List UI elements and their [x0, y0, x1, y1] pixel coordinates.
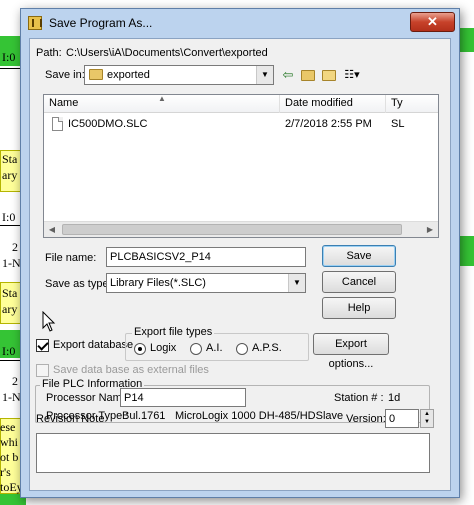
scroll-right-icon[interactable]: ▶ [422, 222, 438, 238]
file-icon [52, 117, 63, 131]
ladder-text: ot b [0, 450, 19, 464]
radio-logix[interactable] [134, 343, 146, 355]
save-in-label: Save in: [45, 69, 85, 81]
ladder-text: ary [2, 302, 18, 316]
radio-ai-label[interactable]: A.I. [206, 342, 223, 354]
radio-aps-label[interactable]: A.P.S. [252, 342, 282, 354]
export-file-types-label: Export file types [132, 326, 215, 338]
save-as-type-value: Library Files(*.SLC) [110, 277, 206, 289]
version-spinner[interactable]: ▲ ▼ [420, 409, 434, 428]
file-row[interactable]: IC500DMO.SLC 2/7/2018 2:55 PM SL [44, 116, 438, 134]
file-date: 2/7/2018 2:55 PM [285, 118, 372, 130]
export-database-label[interactable]: Export database [53, 339, 133, 351]
version-field[interactable] [386, 410, 418, 427]
export-options-button[interactable]: Export options... [313, 333, 389, 370]
title-bar[interactable]: Save Program As... ✕ [21, 9, 459, 37]
save-as-type-dropdown[interactable]: Library Files(*.SLC) ▼ [106, 273, 306, 293]
file-name-field[interactable] [107, 248, 305, 266]
app-icon [28, 16, 42, 30]
revision-note-box[interactable] [36, 433, 430, 473]
processor-type-desc: MicroLogix 1000 DH-485/HDSlave [175, 410, 344, 422]
external-files-checkbox[interactable] [36, 364, 49, 377]
revision-note-textarea[interactable] [37, 434, 429, 472]
file-name: IC500DMO.SLC [68, 118, 148, 130]
back-arrow-icon[interactable]: ⇦ [280, 67, 296, 83]
export-database-checkbox[interactable] [36, 339, 49, 352]
horizontal-scrollbar[interactable]: ◀ ▶ [44, 221, 438, 237]
ladder-text: r's [0, 465, 11, 479]
scrollbar-thumb[interactable] [62, 224, 402, 235]
ladder-text: whi [0, 435, 18, 449]
mouse-cursor-icon [42, 311, 56, 332]
ladder-text: 2 [12, 374, 18, 388]
dialog-title: Save Program As... [49, 16, 153, 30]
column-header-date[interactable]: Date modified [280, 95, 386, 113]
folder-icon [89, 69, 103, 80]
export-file-types-group: Export file types Logix A.I. A.P.S. [125, 326, 309, 361]
path-label: Path: [36, 47, 62, 59]
file-list-header: Name ▲ Date modified Ty [44, 94, 438, 113]
save-in-value: exported [107, 69, 150, 81]
processor-name-input[interactable] [120, 388, 246, 407]
highlight-strip [458, 28, 474, 52]
view-menu-icon[interactable]: ☷▾ [341, 67, 363, 83]
station-label: Station # : [334, 392, 384, 404]
save-program-dialog: Save Program As... ✕ Path: C:\Users\iA\D… [20, 8, 460, 498]
external-files-label: Save data base as external files [53, 364, 209, 376]
file-type: SL [391, 118, 405, 130]
ladder-text: ary [2, 168, 18, 182]
ladder-text: ese [0, 420, 16, 434]
sort-arrow-icon: ▲ [158, 94, 166, 103]
file-name-input[interactable] [106, 247, 306, 267]
revision-note-label: Revision Note [36, 413, 105, 425]
column-header-type[interactable]: Ty [386, 95, 438, 113]
ladder-text: Sta [2, 152, 18, 166]
new-folder-icon[interactable] [321, 67, 337, 83]
scroll-left-icon[interactable]: ◀ [44, 222, 60, 238]
radio-aps[interactable] [236, 343, 248, 355]
ladder-text: 1-N [2, 390, 21, 404]
ladder-text: I:0 [2, 344, 16, 358]
path-value: C:\Users\iA\Documents\Convert\exported [66, 47, 268, 59]
ladder-text: 2 [12, 240, 18, 254]
highlight-strip [458, 236, 474, 266]
ladder-text: I:0 [2, 50, 16, 64]
chevron-down-icon[interactable]: ▼ [288, 274, 305, 292]
file-name-label: File name: [45, 252, 97, 264]
radio-ai[interactable] [190, 343, 202, 355]
version-label: Version: [346, 413, 386, 425]
processor-name-field[interactable] [121, 389, 245, 406]
file-list[interactable]: Name ▲ Date modified Ty IC500DMO.SLC 2/7… [43, 94, 439, 238]
ladder-text: 1-N [2, 256, 21, 270]
chevron-down-icon[interactable]: ▼ [256, 66, 273, 84]
cancel-button[interactable]: Cancel [322, 271, 396, 293]
ladder-text: Sta [2, 286, 18, 300]
dialog-client-area: Path: C:\Users\iA\Documents\Convert\expo… [29, 38, 451, 491]
up-folder-icon[interactable] [300, 67, 316, 83]
version-input[interactable] [385, 409, 419, 428]
close-button[interactable]: ✕ [410, 12, 455, 32]
ladder-text: I:0 [2, 210, 16, 224]
processor-type-model: Bul.1761 [122, 410, 166, 422]
radio-logix-label[interactable]: Logix [150, 342, 176, 354]
help-button[interactable]: Help [322, 297, 396, 319]
save-in-dropdown[interactable]: exported ▼ [84, 65, 274, 85]
station-value: 1d [388, 392, 401, 404]
save-button[interactable]: Save [322, 245, 396, 267]
save-as-type-label: Save as type: [45, 278, 112, 290]
